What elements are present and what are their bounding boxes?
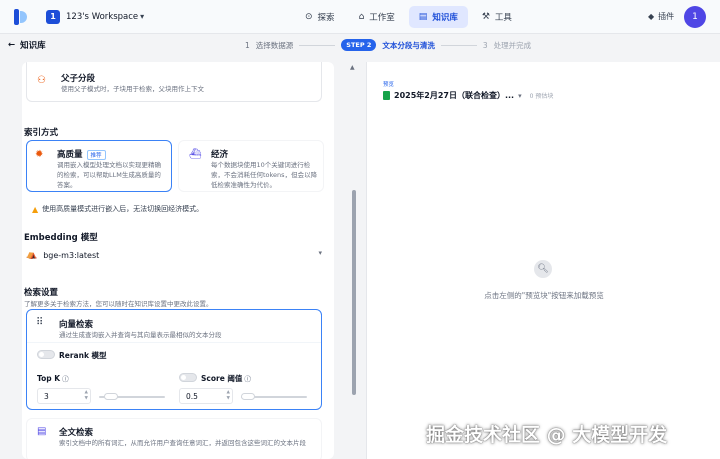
vector-search-card[interactable]: ⠿ 向量检索 通过生成查询嵌入并查询与其向量表示最相似的文本分段 Rerank …: [26, 309, 322, 410]
plugins-button[interactable]: ◆ 插件: [648, 11, 674, 22]
warning-text: 使用高质量模式进行嵌入后，无法切换回经济模式。: [42, 205, 204, 213]
workspace-name[interactable]: 123's Workspace: [66, 12, 138, 22]
rerank-label: Rerank 模型: [59, 351, 107, 360]
fulltext-desc: 索引文档中的所有词汇，从而允许用户查询任意词汇，并返回包含这些词汇的文本片段: [59, 439, 306, 447]
preview-panel: 预览 2025年2月27日（联合检查）... ▾ 0 预估块 🔍︎ 点击左侧的"…: [366, 62, 720, 459]
scrollbar-thumb[interactable]: [352, 190, 356, 395]
back-button[interactable]: ← 知识库: [8, 39, 46, 51]
tool-icon: ⚒: [481, 12, 490, 22]
plugin-icon: ◆: [648, 12, 655, 21]
avatar[interactable]: 1: [684, 6, 706, 28]
fulltext-title: 全文检索: [59, 428, 94, 438]
dify-logo-icon[interactable]: [14, 8, 28, 25]
nav-explore-label: 探索: [317, 13, 335, 23]
stepper: 1 选择数据源 STEP 2 文本分段与清洗 3 处理并完成: [245, 39, 531, 51]
embedding-label: Embedding 模型: [24, 233, 98, 243]
chevron-down-icon: ▾: [518, 91, 522, 100]
step-divider: [299, 44, 336, 46]
help-icon[interactable]: ⓘ: [62, 375, 69, 383]
warning-icon: ▲: [32, 204, 39, 214]
embedding-model-select[interactable]: ⛺ bge-m3:latest ▾: [22, 246, 322, 264]
step3-number: 3: [482, 40, 488, 50]
score-label-wrap: Score 阈值 ⓘ: [201, 373, 251, 384]
retrieval-desc: 了解更多关于检索方法，您可以随时在知识库设置中更改此设置。: [24, 300, 213, 308]
step1-number: 1: [245, 40, 250, 50]
vector-title: 向量检索: [59, 320, 94, 330]
economy-title: 经济: [211, 150, 229, 160]
nav-tools-label: 工具: [494, 13, 512, 23]
preview-file-select[interactable]: 2025年2月27日（联合检查）... ▾ 0 预估块: [383, 90, 553, 101]
fulltext-search-card[interactable]: ▤ 全文检索 索引文档中的所有词汇，从而允许用户查询任意词汇，并返回包含这些词汇…: [26, 418, 322, 459]
settings-panel: ⚇ 父子分段 使用父子模式时，子块用于检索，父块用作上下文 索引方式 ✹ 高质量…: [22, 62, 334, 459]
search-icon: 🔍︎: [534, 260, 552, 278]
excel-file-icon: [383, 91, 390, 100]
topk-input[interactable]: 3 ▲ ▼: [37, 388, 91, 404]
vector-grid-icon: ⠿: [36, 317, 44, 328]
step1-label: 选择数据源: [255, 40, 294, 50]
nav-studio[interactable]: ⌂ 工作室: [349, 6, 405, 28]
top-bar: 1 123's Workspace ▾ ⊙ 探索 ⌂ 工作室 ▤ 知识库 ⚒ 工…: [0, 0, 720, 34]
high-quality-card[interactable]: ✹ 高质量 推荐 调用嵌入模型处理文档以实现更精确的检索，可以帮助LLM生成高质量…: [26, 140, 172, 192]
main-nav: ⊙ 探索 ⌂ 工作室 ▤ 知识库 ⚒ 工具: [295, 6, 522, 28]
score-input[interactable]: 0.5 ▲ ▼: [179, 388, 233, 404]
stepper-arrows-icon[interactable]: ▲ ▼: [227, 390, 230, 402]
compass-icon: ⊙: [305, 12, 313, 22]
vector-desc: 通过生成查询嵌入并查询与其向量表示最相似的文本分段: [59, 331, 222, 339]
recommended-badge: 推荐: [86, 149, 106, 160]
step2-label: 文本分段与清洗: [382, 40, 435, 50]
nav-knowledge[interactable]: ▤ 知识库: [408, 6, 468, 28]
retrieval-label: 检索设置: [24, 288, 59, 298]
high-quality-title-text: 高质量: [57, 150, 83, 160]
step3-label: 处理并完成: [493, 40, 532, 50]
index-mode-label: 索引方式: [24, 128, 59, 138]
index-mode-warning: ▲ 使用高质量模式进行嵌入后，无法切换回经济模式。: [32, 204, 203, 214]
book-icon: ▤: [418, 12, 428, 22]
parent-child-card[interactable]: ⚇ 父子分段 使用父子模式时，子块用于检索，父块用作上下文: [26, 62, 322, 102]
empty-hint: 点击左侧的"预览块"按钮来加载预览: [484, 291, 604, 300]
arrow-left-icon: ←: [8, 40, 16, 50]
embedding-value: bge-m3:latest: [43, 250, 100, 260]
plugins-label: 插件: [658, 12, 675, 21]
preview-label: 预览: [383, 82, 395, 88]
stepper-arrows-icon[interactable]: ▲ ▼: [85, 390, 88, 402]
score-slider-thumb[interactable]: [241, 393, 255, 400]
parent-child-title: 父子分段: [61, 74, 96, 84]
score-label: Score 阈值: [201, 374, 243, 383]
topk-label-wrap: Top Kⓘ: [37, 373, 69, 383]
divider: [27, 342, 321, 343]
score-toggle[interactable]: [179, 373, 197, 382]
economy-desc: 每个数据块使用10个关键词进行检索，不会消耗任何tokens，但会以降低检索准确…: [211, 161, 318, 189]
studio-icon: ⌂: [358, 12, 365, 22]
nav-explore[interactable]: ⊙ 探索: [295, 6, 345, 28]
score-value: 0.5: [186, 391, 198, 401]
high-quality-desc: 调用嵌入模型处理文档以实现更精确的检索，可以帮助LLM生成高质量的答案。: [57, 161, 161, 189]
chevron-down-icon: ▾: [318, 249, 322, 257]
document-icon: ▤: [37, 426, 47, 437]
watermark: 掘金技术社区 @ 大模型开发: [426, 424, 668, 446]
scroll-up-icon[interactable]: ▲: [350, 64, 355, 71]
topk-value: 3: [44, 391, 49, 401]
topk-slider-thumb[interactable]: [104, 393, 119, 400]
step-bar: ← 知识库 1 选择数据源 STEP 2 文本分段与清洗 3 处理并完成: [0, 34, 720, 58]
parent-child-desc: 使用父子模式时，子块用于检索，父块用作上下文: [61, 85, 204, 93]
high-quality-title: 高质量 推荐: [57, 148, 106, 160]
help-icon[interactable]: ⓘ: [244, 375, 251, 383]
chunk-count: 0 预估块: [529, 93, 554, 100]
nav-studio-label: 工作室: [369, 13, 395, 23]
workspace-badge[interactable]: 1: [46, 9, 60, 24]
parent-child-icon: ⚇: [37, 75, 46, 86]
chevron-down-icon[interactable]: ▾: [140, 12, 144, 21]
step-divider: [440, 44, 477, 46]
topk-label: Top K: [37, 374, 61, 383]
economy-icon: ⛴: [189, 149, 202, 160]
file-name: 2025年2月27日（联合检查）...: [394, 91, 515, 100]
step2-pill: STEP 2: [341, 39, 377, 51]
model-icon: ⛺: [26, 250, 38, 260]
rerank-toggle[interactable]: [37, 350, 55, 359]
economy-card[interactable]: ⛴ 经济 每个数据块使用10个关键词进行检索，不会消耗任何tokens，但会以降…: [178, 140, 324, 192]
back-label: 知识库: [20, 41, 46, 51]
nav-knowledge-label: 知识库: [432, 13, 458, 23]
high-quality-icon: ✹: [35, 149, 44, 160]
nav-tools[interactable]: ⚒ 工具: [472, 6, 522, 28]
